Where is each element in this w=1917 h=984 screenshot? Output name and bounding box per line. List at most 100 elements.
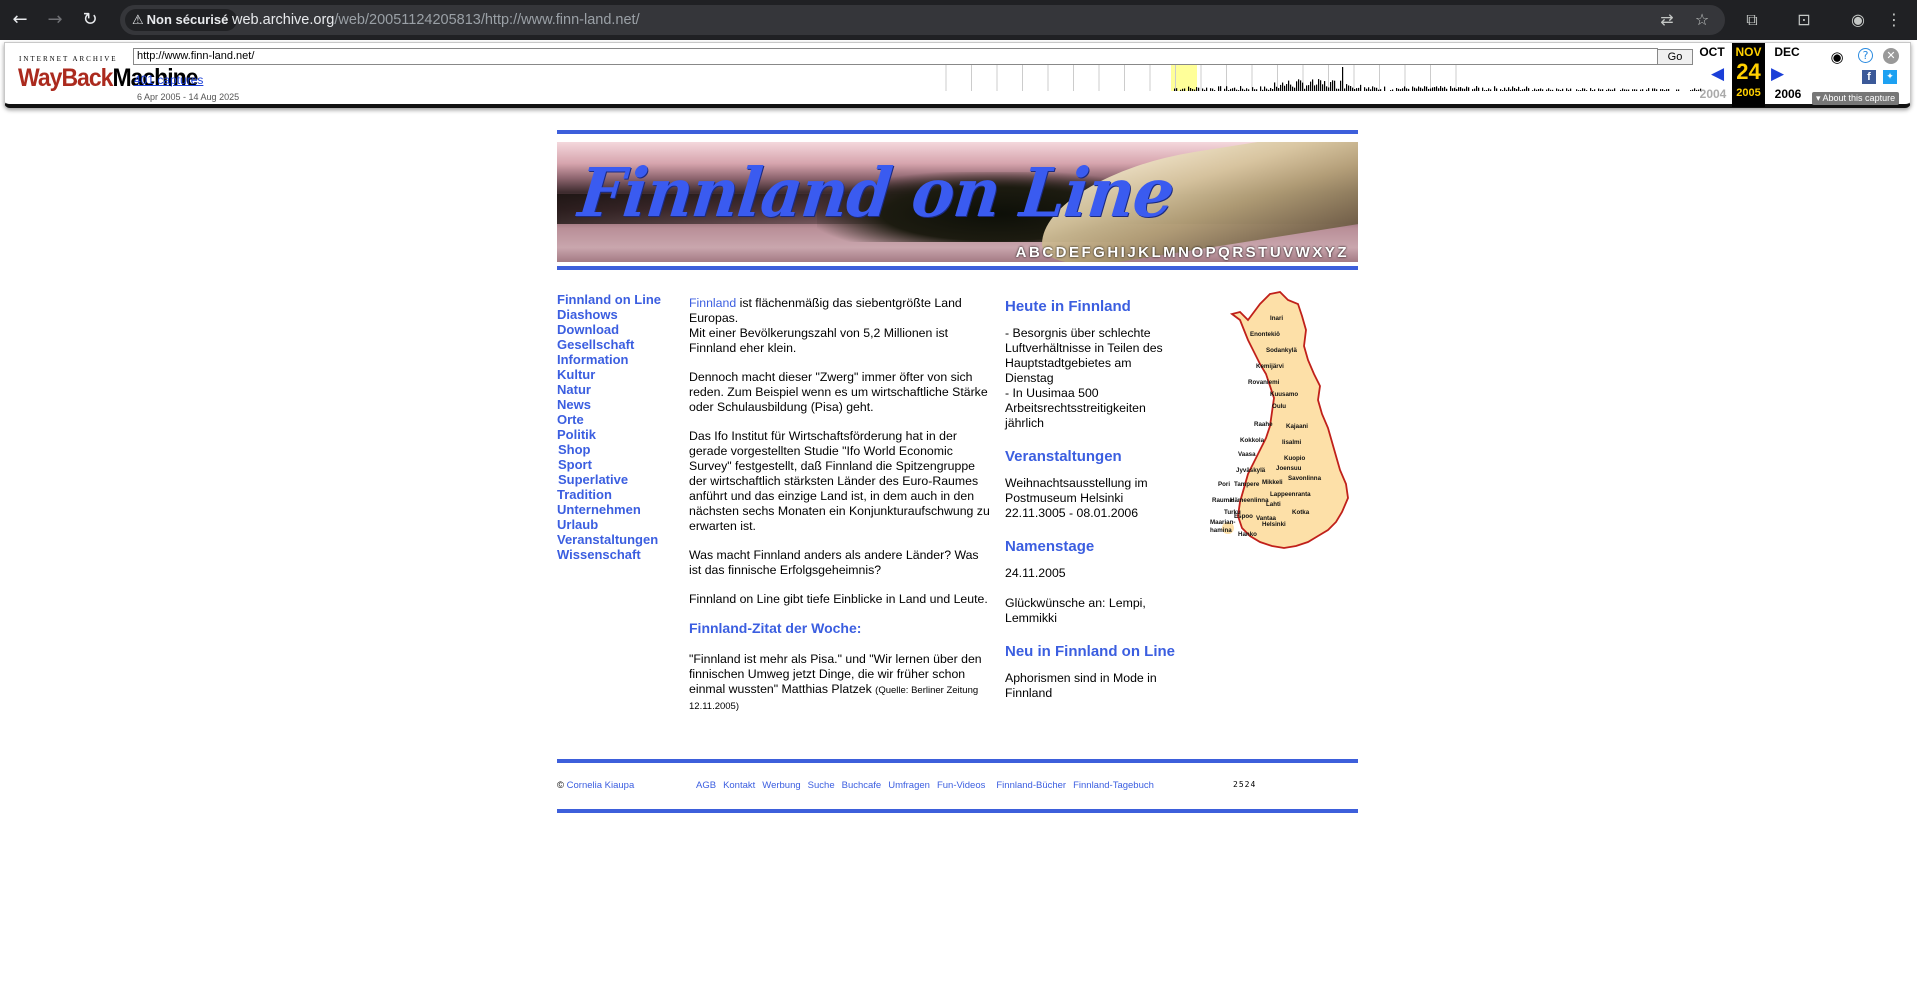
capture-bar xyxy=(1468,87,1470,91)
nav-link-shop[interactable]: Shop xyxy=(557,442,687,457)
address-bar[interactable]: ⚠ Non sécurisé web.archive.org/web/200511… xyxy=(120,5,1725,35)
capture-bar xyxy=(1346,84,1348,91)
capture-bar xyxy=(1442,87,1444,91)
capture-bar xyxy=(1552,89,1554,91)
capture-bar xyxy=(1312,79,1314,91)
capture-bar xyxy=(1370,89,1372,91)
heading-new: Neu in Finnland on Line xyxy=(1005,643,1175,660)
footer-link-fun-videos[interactable]: Fun-Videos xyxy=(937,780,985,791)
footer-link-finnland-tagebuch[interactable]: Finnland-Tagebuch xyxy=(1073,780,1154,791)
forward-icon[interactable]: → xyxy=(43,8,67,32)
back-icon[interactable]: ← xyxy=(8,8,32,32)
capture-bar xyxy=(1280,84,1282,91)
footer-link-umfragen[interactable]: Umfragen xyxy=(888,780,930,791)
map-city-label: Helsinki xyxy=(1262,521,1286,528)
capture-bar xyxy=(1380,89,1382,91)
wayback-go-button[interactable]: Go xyxy=(1657,49,1693,65)
capture-bar xyxy=(1314,85,1316,91)
footer-link-suche[interactable]: Suche xyxy=(808,780,835,791)
nav-link-unternehmen[interactable]: Unternehmen xyxy=(557,502,687,517)
capture-bar xyxy=(1428,88,1430,91)
facebook-icon[interactable]: f xyxy=(1862,70,1876,84)
nav-link-veranstaltungen[interactable]: Veranstaltungen xyxy=(557,532,687,547)
extensions-icon[interactable]: ⧉ xyxy=(1740,8,1764,32)
twitter-icon[interactable]: ✦ xyxy=(1883,70,1897,84)
menu-icon[interactable]: ⋮ xyxy=(1882,8,1906,32)
nav-link-tradition[interactable]: Tradition xyxy=(557,487,687,502)
translate-icon[interactable]: ⇄ xyxy=(1657,10,1677,30)
capture-bar xyxy=(1282,82,1284,91)
nav-link-sport[interactable]: Sport xyxy=(557,457,687,472)
paragraph-insight: Finnland on Line gibt tiefe Einblicke in… xyxy=(689,592,988,606)
prev-year-label[interactable]: 2004 xyxy=(1693,87,1733,101)
capture-bar xyxy=(1198,87,1200,91)
capture-bar xyxy=(1326,86,1328,91)
nav-link-urlaub[interactable]: Urlaub xyxy=(557,517,687,532)
capture-bar xyxy=(1300,80,1302,91)
footer-bottom-rule xyxy=(557,809,1358,813)
capture-bar xyxy=(1424,86,1426,91)
about-capture-button[interactable]: ▾ About this capture xyxy=(1812,92,1900,105)
capture-bar xyxy=(1412,86,1414,91)
nav-link-download[interactable]: Download xyxy=(557,322,687,337)
map-city-label: hamina xyxy=(1210,527,1232,534)
profile-icon[interactable]: ◉ xyxy=(1846,8,1870,32)
map-city-label: Mikkeli xyxy=(1262,479,1283,486)
url-text[interactable]: web.archive.org/web/20051124205813/http:… xyxy=(232,5,640,35)
author-link[interactable]: Cornelia Kiaupa xyxy=(567,780,635,791)
capture-bar xyxy=(1664,90,1666,91)
map-city-label: Hanko xyxy=(1238,531,1257,538)
footer-link-kontakt[interactable]: Kontakt xyxy=(723,780,755,791)
security-badge[interactable]: ⚠ Non sécurisé xyxy=(125,9,238,31)
next-capture-arrow-icon[interactable]: ▶ xyxy=(1771,64,1784,84)
nav-link-wissenschaft[interactable]: Wissenschaft xyxy=(557,547,687,562)
finnland-link[interactable]: Finnland xyxy=(689,296,736,310)
screenshot-icon[interactable]: ⊡ xyxy=(1792,8,1816,32)
nav-link-information[interactable]: Information xyxy=(557,352,687,367)
wayback-toolbar: INTERNET ARCHIVE WayBackMachine http://w… xyxy=(4,42,1911,108)
wayback-url-input[interactable]: http://www.finn-land.net/ xyxy=(133,48,1658,65)
finland-map[interactable]: Inari Enontekiö Sodankylä Kemijärvi Rovaniem… xyxy=(1210,290,1360,555)
quote-text: "Finnland ist mehr als Pisa." und "Wir l… xyxy=(689,652,982,712)
bookmark-star-icon[interactable]: ☆ xyxy=(1692,10,1712,30)
footer-link-werbung[interactable]: Werbung xyxy=(762,780,800,791)
capture-bar xyxy=(1332,80,1334,91)
nav-link-natur[interactable]: Natur xyxy=(557,382,687,397)
help-icon[interactable]: ? xyxy=(1858,48,1873,63)
capture-bar xyxy=(1324,81,1326,91)
capture-bar xyxy=(1522,89,1524,91)
capture-sparkline[interactable] xyxy=(942,65,1702,91)
prev-capture-arrow-icon[interactable]: ◀ xyxy=(1711,64,1724,84)
prev-month-label[interactable]: OCT xyxy=(1692,45,1732,59)
site-banner[interactable]: Finnland on Line ABCDEFGHIJKLMNOPQRSTUVW… xyxy=(557,142,1358,262)
next-year-label[interactable]: 2006 xyxy=(1768,87,1808,101)
account-icon[interactable]: ◉ xyxy=(1828,48,1846,66)
capture-bar xyxy=(1584,88,1586,91)
capture-bar xyxy=(1654,88,1656,91)
alphabet-index[interactable]: ABCDEFGHIJKLMNOPQRSTUVWXYZ xyxy=(1016,244,1349,261)
capture-bar xyxy=(1390,90,1392,91)
capture-bar xyxy=(1550,89,1552,91)
nav-link-finnland-on-line[interactable]: Finnland on Line xyxy=(557,292,687,307)
footer-link-buchcafe[interactable]: Buchcafe xyxy=(842,780,882,791)
nav-link-superlative[interactable]: Superlative xyxy=(557,472,687,487)
nav-link-orte[interactable]: Orte xyxy=(557,412,687,427)
captures-link[interactable]: 401 captures xyxy=(134,73,203,87)
close-icon[interactable]: ✕ xyxy=(1883,48,1899,64)
capture-bar xyxy=(1286,84,1288,91)
capture-bar xyxy=(1520,90,1522,91)
footer-link-agb[interactable]: AGB xyxy=(696,780,716,791)
nav-link-news[interactable]: News xyxy=(557,397,687,412)
paragraph-question: Was macht Finnland anders als andere Län… xyxy=(689,548,979,577)
nav-link-kultur[interactable]: Kultur xyxy=(557,367,687,382)
footer-link-finnland-bücher[interactable]: Finnland-Bücher xyxy=(996,780,1066,791)
nav-link-diashows[interactable]: Diashows xyxy=(557,307,687,322)
next-month-label[interactable]: DEC xyxy=(1767,45,1807,59)
capture-bar xyxy=(1244,89,1246,91)
reload-icon[interactable]: ↻ xyxy=(78,8,102,32)
nav-link-gesellschaft[interactable]: Gesellschaft xyxy=(557,337,687,352)
map-city-label: Espoo xyxy=(1234,513,1253,520)
map-city-label: Lappeenranta xyxy=(1270,491,1311,498)
nav-link-politik[interactable]: Politik xyxy=(557,427,687,442)
capture-bar xyxy=(1614,88,1616,91)
